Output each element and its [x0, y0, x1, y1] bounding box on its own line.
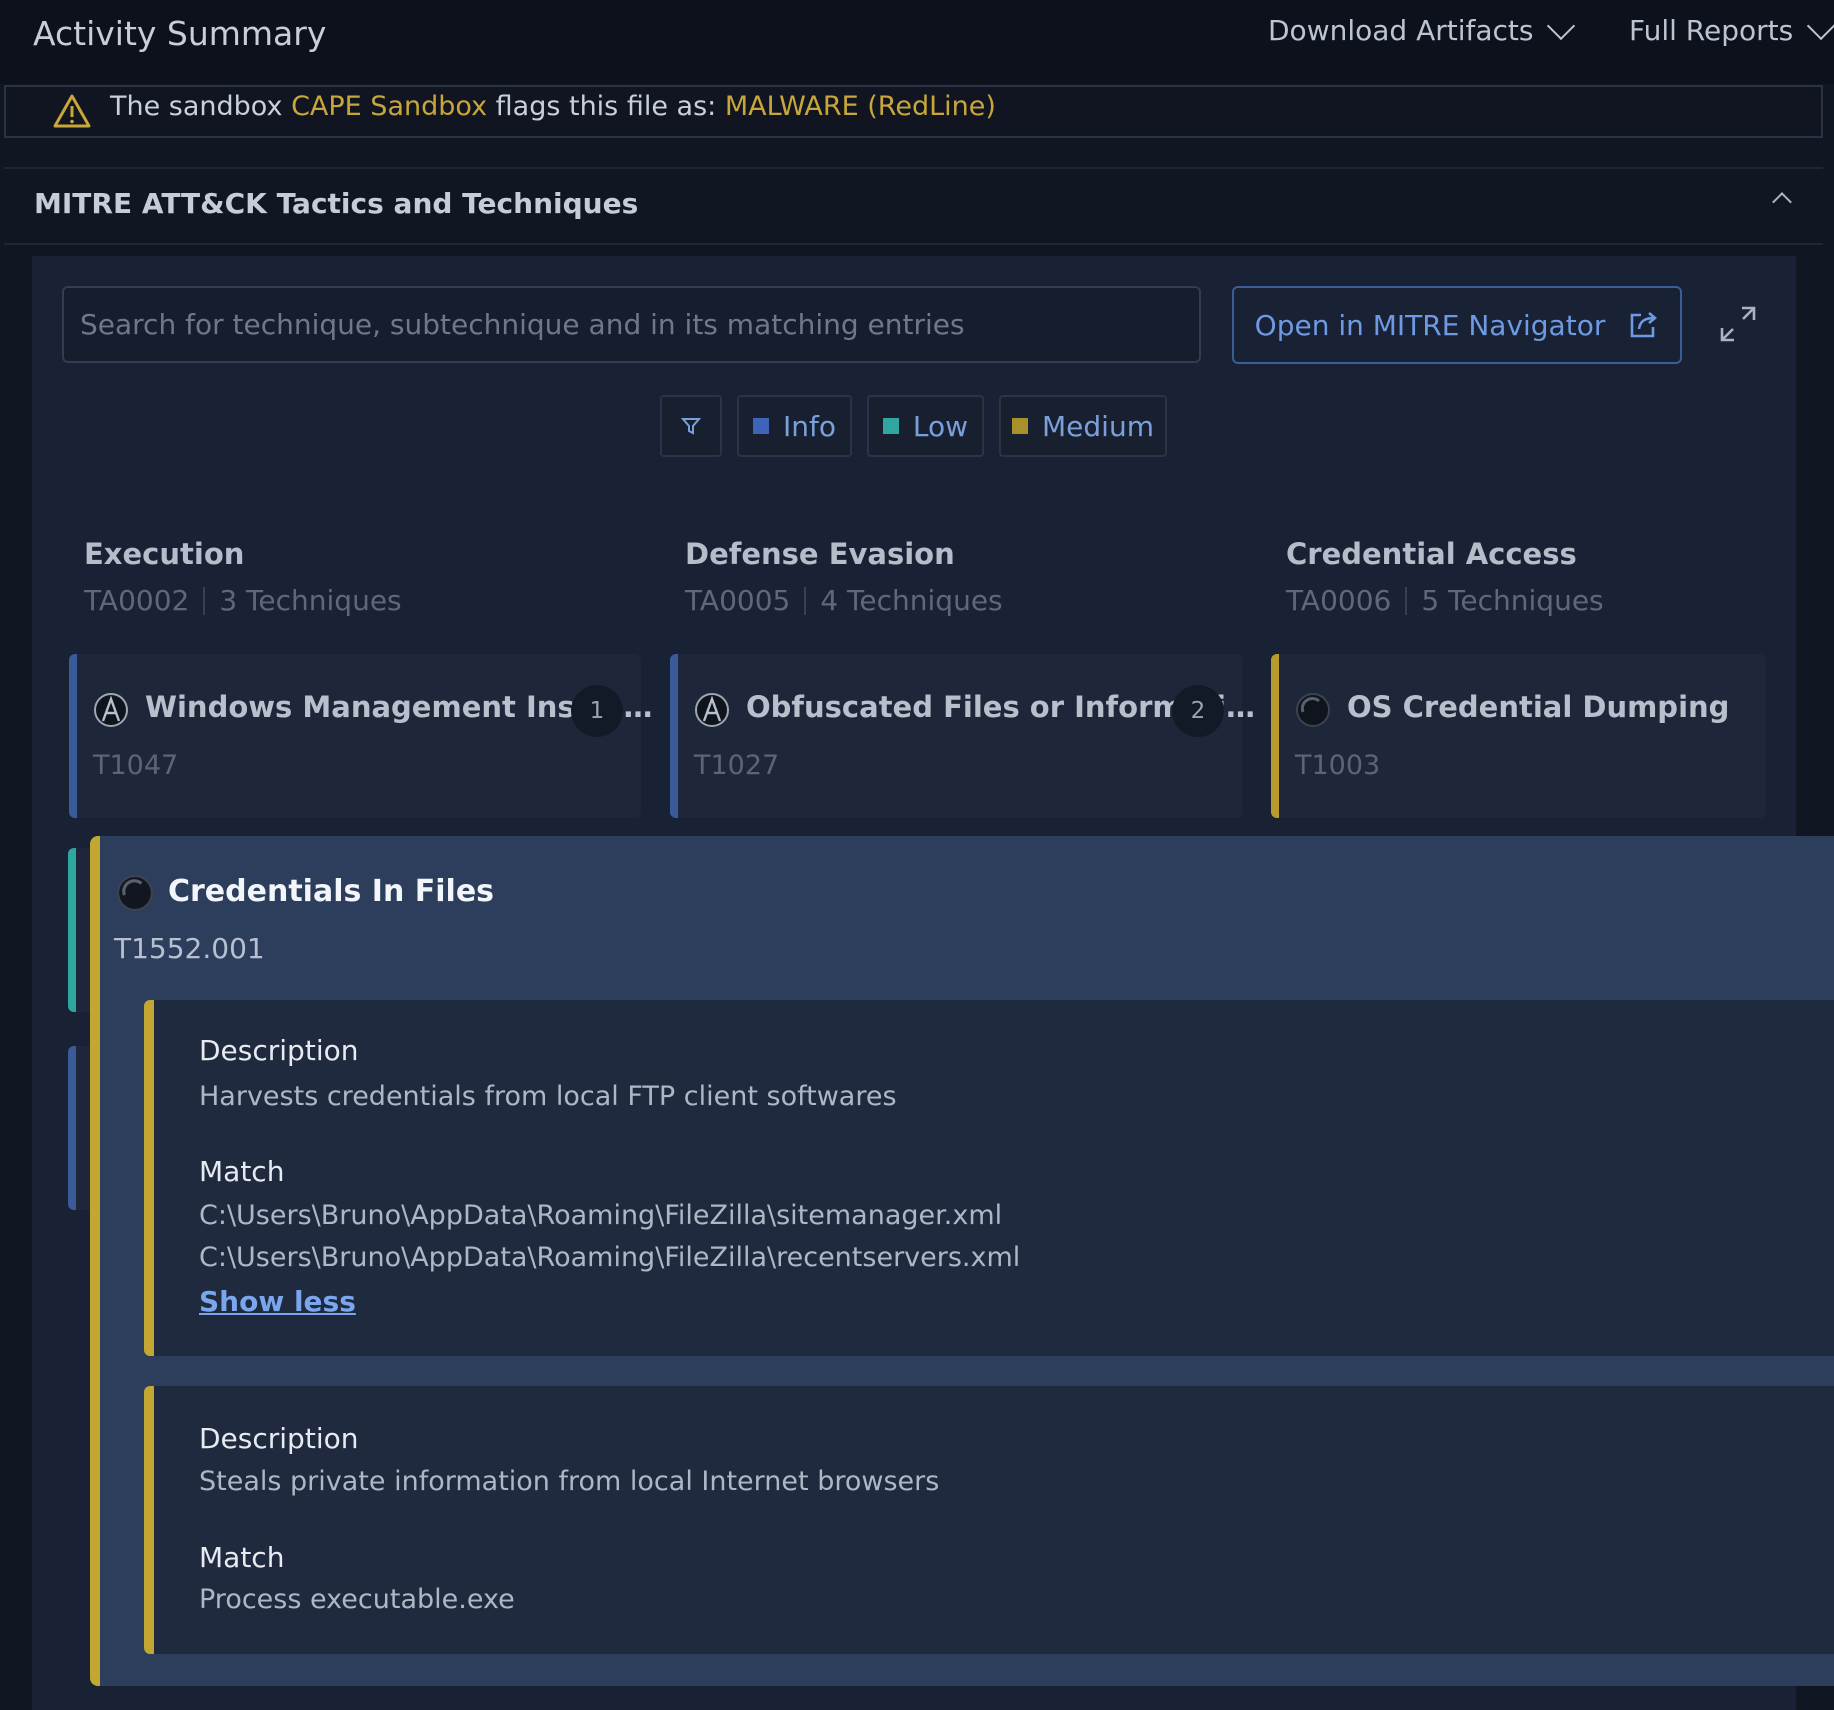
- filter-chip-label: Medium: [1042, 409, 1154, 443]
- filter-chip-label: Low: [912, 409, 969, 443]
- severity-bar: [670, 654, 678, 818]
- filter-icon: [680, 418, 702, 435]
- severity-bar: [69, 654, 77, 818]
- divider: [1405, 586, 1408, 615]
- technique-card[interactable]: Windows Management Instru… T1047 1: [69, 654, 652, 818]
- section-title: MITRE ATT&CK Tactics and Techniques: [34, 187, 639, 220]
- match-value: C:\Users\Bruno\AppData\Roaming\FileZilla…: [199, 1242, 1021, 1273]
- technique-count: 3 Techniques: [219, 584, 402, 617]
- full-reports-label: Full Reports: [1629, 14, 1794, 47]
- description-label: Description: [199, 1034, 359, 1067]
- description-text: Harvests credentials from local FTP clie…: [199, 1081, 897, 1112]
- tactic-meta: TA0005 4 Techniques: [685, 584, 1003, 617]
- divider: [203, 586, 206, 615]
- severity-bar: [144, 1386, 154, 1654]
- description-label: Description: [199, 1422, 359, 1455]
- technique-name: OS Credential Dumping: [1347, 690, 1730, 724]
- technique-spinner-icon: [117, 875, 153, 911]
- match-count-badge: 2: [1172, 685, 1224, 737]
- tactic-meta: TA0002 3 Techniques: [84, 584, 402, 617]
- mitre-technique-icon: [94, 693, 128, 727]
- tactic-id: TA0002: [84, 584, 190, 617]
- severity-bar: [68, 848, 76, 1012]
- tactic-id: TA0005: [685, 584, 791, 617]
- match-entry: Description Steals private information f…: [144, 1386, 1834, 1654]
- chevron-down-icon: [1547, 11, 1576, 40]
- mitre-technique-icon: [695, 693, 729, 727]
- page-title: Activity Summary: [33, 14, 327, 53]
- tactic-name: Credential Access: [1286, 537, 1577, 571]
- technique-count: 5 Techniques: [1421, 584, 1604, 617]
- filter-chip-low[interactable]: Low: [867, 395, 984, 457]
- fullscreen-expand-icon[interactable]: [1718, 304, 1758, 344]
- technique-name: Credentials In Files: [168, 874, 495, 909]
- show-less-link[interactable]: Show less: [199, 1285, 356, 1318]
- match-label: Match: [199, 1541, 285, 1574]
- alert-prefix: The sandbox: [110, 91, 292, 122]
- medium-swatch: [1012, 418, 1029, 434]
- filter-chip-info[interactable]: Info: [737, 395, 852, 457]
- technique-card[interactable]: Obfuscated Files or Informati… T1027 2: [670, 654, 1255, 818]
- download-artifacts-label: Download Artifacts: [1268, 14, 1534, 47]
- match-entry: Description Harvests credentials from lo…: [144, 1000, 1834, 1356]
- severity-bar: [1271, 654, 1279, 818]
- low-swatch: [882, 418, 899, 434]
- description-text: Steals private information from local In…: [199, 1466, 940, 1497]
- technique-id: T1552.001: [114, 932, 265, 965]
- match-count-badge: 1: [571, 685, 623, 737]
- technique-id: T1003: [1295, 750, 1381, 781]
- chevron-down-icon: [1807, 11, 1834, 40]
- alert-middle: flags this file as:: [487, 91, 725, 122]
- mitre-section-header[interactable]: MITRE ATT&CK Tactics and Techniques: [4, 167, 1823, 245]
- warning-icon: [53, 94, 91, 128]
- technique-id: T1047: [93, 750, 179, 781]
- top-bar: Activity Summary Download Artifacts Full…: [0, 0, 1834, 84]
- tactic-name: Defense Evasion: [685, 537, 955, 571]
- filter-chip-medium[interactable]: Medium: [999, 395, 1167, 457]
- severity-bar: [90, 836, 100, 1686]
- sandbox-name: CAPE Sandbox: [291, 91, 488, 122]
- external-link-icon: [1631, 312, 1658, 338]
- full-reports-dropdown[interactable]: Full Reports: [1629, 11, 1834, 47]
- tactic-meta: TA0006 5 Techniques: [1286, 584, 1604, 617]
- info-swatch: [753, 418, 769, 434]
- filter-button[interactable]: [660, 395, 722, 457]
- match-label: Match: [199, 1155, 285, 1188]
- technique-search-input[interactable]: [62, 286, 1201, 363]
- open-navigator-label: Open in MITRE Navigator: [1254, 308, 1606, 342]
- match-value: Process executable.exe: [199, 1584, 515, 1615]
- technique-id: T1027: [694, 750, 780, 781]
- match-value: C:\Users\Bruno\AppData\Roaming\FileZilla…: [199, 1200, 1003, 1231]
- sandbox-verdict-alert: The sandbox CAPE Sandbox flags this file…: [4, 85, 1823, 138]
- technique-spinner-icon: [1296, 693, 1330, 727]
- tactic-id: TA0006: [1286, 584, 1392, 617]
- alert-message: The sandbox CAPE Sandbox flags this file…: [110, 91, 996, 122]
- severity-bar: [68, 1046, 76, 1210]
- filter-chip-label: Info: [783, 409, 836, 443]
- download-artifacts-dropdown[interactable]: Download Artifacts: [1268, 11, 1576, 47]
- chevron-up-icon[interactable]: [1772, 192, 1792, 212]
- malware-verdict: MALWARE (RedLine): [724, 91, 996, 122]
- technique-count: 4 Techniques: [820, 584, 1003, 617]
- tactic-name: Execution: [84, 537, 245, 571]
- divider: [804, 586, 807, 615]
- severity-bar: [144, 1000, 154, 1356]
- open-mitre-navigator-button[interactable]: Open in MITRE Navigator: [1232, 286, 1682, 364]
- technique-card[interactable]: OS Credential Dumping T1003: [1271, 654, 1766, 818]
